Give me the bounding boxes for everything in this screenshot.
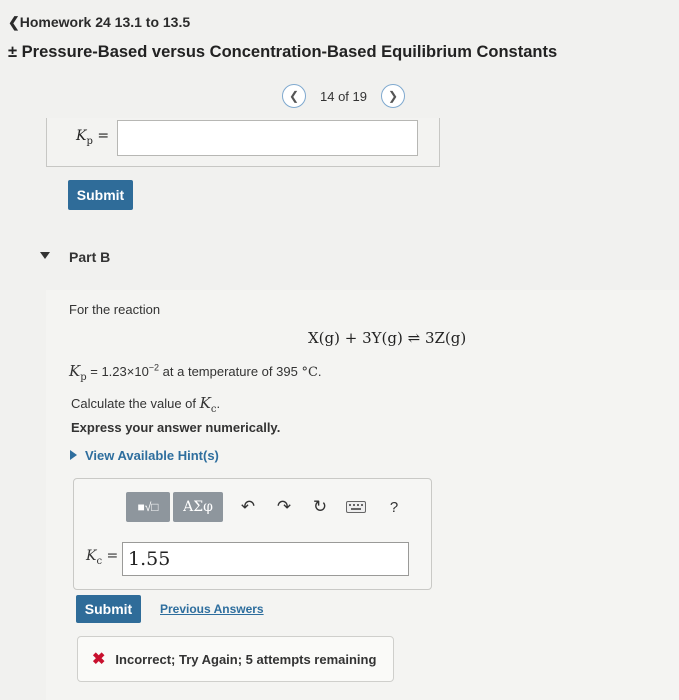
chevron-left-icon: ❮	[288, 89, 300, 103]
calculate-prompt: Calculate the value of Kc.	[71, 394, 221, 415]
kc-symbol: Kc	[199, 394, 217, 415]
part-b-header[interactable]: Part B	[69, 249, 110, 265]
kp-symbol: Kp	[69, 362, 87, 383]
pager: ❮ 14 of 19 ❯	[282, 84, 405, 108]
pager-text: 14 of 19	[320, 88, 367, 104]
feedback-message: ✖ Incorrect; Try Again; 5 attempts remai…	[77, 636, 394, 682]
back-link[interactable]: ❮Homework 24 13.1 to 13.5	[8, 14, 190, 31]
undo-icon[interactable]: ↶	[235, 494, 261, 520]
calc-text: Calculate the value of	[71, 396, 200, 411]
templates-button[interactable]: ■√□	[126, 492, 170, 522]
kp-value-text: = 1.23×10	[86, 364, 149, 379]
chevron-left-icon: ❮	[8, 14, 20, 30]
plus-minus-icon: ±	[8, 43, 18, 61]
keyboard-icon[interactable]	[343, 494, 369, 520]
page-title: ± Pressure-Based versus Concentration-Ba…	[8, 43, 557, 62]
temp-unit: °C	[301, 365, 318, 380]
previous-item-button[interactable]: ❮	[282, 84, 306, 108]
kp-label: Kp =	[76, 128, 110, 147]
caret-right-icon	[70, 450, 77, 460]
previous-answers-link[interactable]: Previous Answers	[160, 602, 264, 616]
help-button[interactable]: ?	[381, 494, 407, 520]
hints-label: View Available Hint(s)	[85, 448, 219, 463]
next-item-button[interactable]: ❯	[381, 84, 405, 108]
caret-down-icon[interactable]	[40, 252, 50, 259]
instruction: Express your answer numerically.	[71, 420, 281, 435]
chevron-right-icon: ❯	[387, 89, 399, 103]
error-x-icon: ✖	[92, 651, 106, 668]
redo-icon[interactable]: ↷	[271, 494, 297, 520]
reset-icon[interactable]: ↻	[307, 494, 333, 520]
part-a-submit-button[interactable]: Submit	[68, 180, 133, 210]
kp-exponent: −2	[148, 362, 160, 373]
kp-input[interactable]	[117, 120, 418, 156]
kc-label: Kc =	[86, 548, 119, 567]
reaction-intro: For the reaction	[69, 302, 161, 317]
feedback-text: Incorrect; Try Again; 5 attempts remaini…	[115, 651, 377, 667]
back-link-label: Homework 24 13.1 to 13.5	[19, 14, 191, 30]
reaction-equation: X(g) + 3Y(g) ⇌ 3Z(g)	[308, 329, 467, 347]
greek-symbols-button[interactable]: ΑΣφ	[173, 492, 223, 522]
part-b-submit-button[interactable]: Submit	[76, 595, 141, 623]
kc-input[interactable]: 1.55	[122, 542, 409, 576]
page-title-text: Pressure-Based versus Concentration-Base…	[21, 43, 558, 61]
hints-toggle[interactable]: View Available Hint(s)	[70, 448, 219, 463]
math-toolbar: ■√□ ΑΣφ ↶ ↷ ↻ ?	[126, 492, 407, 522]
kp-statement: Kp = 1.23×10−2 at a temperature of 395 °…	[69, 362, 322, 383]
temp-text: at a temperature of 395	[159, 364, 302, 379]
